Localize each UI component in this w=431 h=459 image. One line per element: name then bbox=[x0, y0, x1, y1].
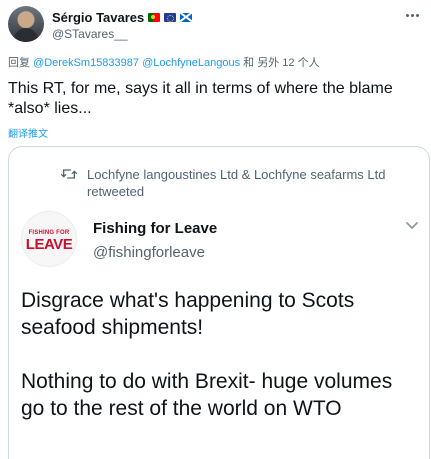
quoted-author-avatar[interactable]: FISHING FOR LEAVE bbox=[21, 211, 77, 267]
reply-context: 回复 @DerekSm15833987 @LochfyneLangous 和 另… bbox=[8, 54, 320, 70]
avatar[interactable] bbox=[8, 6, 44, 42]
chevron-down-icon[interactable] bbox=[405, 221, 419, 231]
retweet-icon bbox=[61, 169, 77, 179]
scotland-flag-icon bbox=[180, 12, 193, 22]
quoted-paragraph-1: Disgrace what's happening to Scots seafo… bbox=[21, 289, 355, 339]
reply-prefix: 回复 bbox=[8, 57, 30, 69]
more-options-icon[interactable] bbox=[403, 10, 421, 20]
quoted-author-name[interactable]: Fishing for Leave bbox=[93, 220, 217, 237]
tweet-header: Sérgio Tavares @STavares__ bbox=[8, 6, 423, 46]
reply-mention-2[interactable]: @LochfyneLangous bbox=[142, 57, 240, 69]
quoted-tweet-card[interactable]: Lochfyne langoustines Ltd & Lochfyne sea… bbox=[8, 146, 430, 459]
author-name-line[interactable]: Sérgio Tavares bbox=[52, 9, 193, 25]
retweet-context[interactable]: Lochfyne langoustines Ltd & Lochfyne sea… bbox=[87, 166, 427, 200]
quoted-author-handle[interactable]: @fishingforleave bbox=[93, 244, 205, 261]
logo-text-main: LEAVE bbox=[25, 236, 73, 253]
reply-mention-1[interactable]: @DerekSm15833987 bbox=[33, 57, 139, 69]
author-display-name[interactable]: Sérgio Tavares bbox=[52, 10, 144, 25]
reply-others[interactable]: 和 另外 12 个人 bbox=[243, 57, 319, 69]
portugal-flag-icon bbox=[148, 12, 161, 22]
tweet-text: This RT, for me, says it all in terms of… bbox=[8, 80, 393, 117]
avatar-figure bbox=[14, 28, 38, 42]
quoted-tweet-text: Disgrace what's happening to Scots seafo… bbox=[21, 287, 421, 449]
eu-flag-icon bbox=[164, 12, 177, 22]
author-handle[interactable]: @STavares__ bbox=[52, 27, 128, 41]
translate-tweet-link[interactable]: 翻译推文 bbox=[8, 125, 48, 140]
quoted-paragraph-2: Nothing to do with Brexit- huge volumes … bbox=[21, 370, 393, 420]
